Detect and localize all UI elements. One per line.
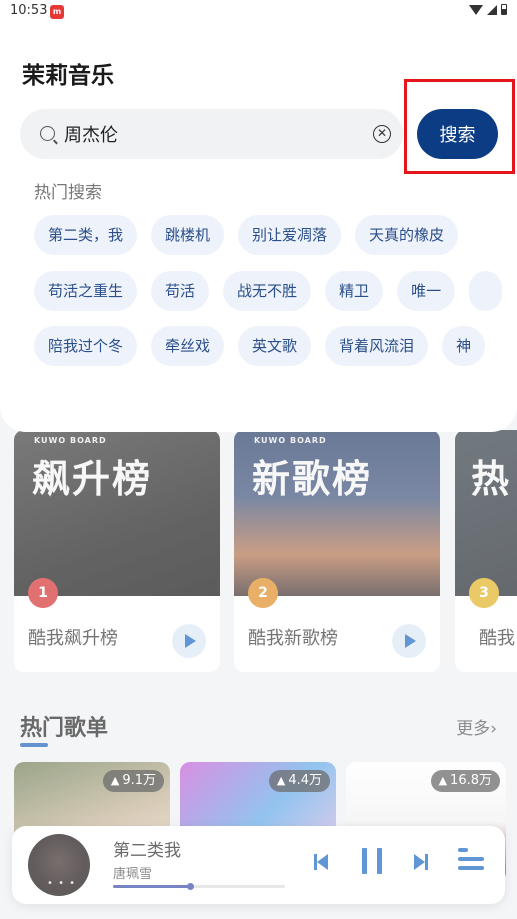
clear-icon[interactable]: ✕ bbox=[373, 125, 391, 143]
app-title: 茉莉音乐 bbox=[22, 63, 114, 89]
hot-search-tag[interactable]: 英文歌 bbox=[238, 326, 312, 366]
search-box[interactable]: ✕ bbox=[20, 109, 403, 159]
status-time: 10:53 bbox=[10, 3, 48, 18]
search-input[interactable] bbox=[64, 109, 354, 159]
hot-search-tag[interactable]: 精卫 bbox=[325, 271, 384, 311]
hot-search-label: 热门搜索 bbox=[34, 183, 102, 203]
hot-search-tag[interactable]: 苟活 bbox=[151, 271, 210, 311]
hot-search-tag[interactable]: 唯一 bbox=[397, 271, 456, 311]
hot-search-tag[interactable]: 牵丝戏 bbox=[151, 326, 225, 366]
notification-app-icon: m bbox=[50, 5, 64, 19]
hot-search-tag[interactable]: 神 bbox=[442, 326, 486, 366]
hot-search-tag[interactable]: 天真的橡皮 bbox=[355, 215, 459, 255]
hot-search-tag[interactable]: 苟活之重生 bbox=[34, 271, 138, 311]
status-bar: 10:53 m bbox=[0, 0, 517, 24]
hot-search-tag[interactable]: 背着风流泪 bbox=[325, 326, 429, 366]
wifi-icon bbox=[469, 4, 483, 15]
signal-icon bbox=[487, 4, 497, 15]
hot-search-tag[interactable] bbox=[469, 271, 502, 311]
hot-search-tag[interactable]: 别让爱凋落 bbox=[238, 215, 342, 255]
search-panel: 茉莉音乐 ✕ 搜索 热门搜索 第二类，我跳楼机别让爱凋落天真的橡皮 苟活之重生苟… bbox=[0, 0, 517, 432]
battery-icon bbox=[501, 4, 507, 15]
hot-search-row-1: 第二类，我 跳楼机 别让爱凋落 天真的橡皮 bbox=[34, 215, 517, 257]
search-icon bbox=[40, 126, 55, 141]
highlight-annotation bbox=[404, 79, 515, 174]
hot-search-row-3: 陪我过个冬 牵丝戏 英文歌 背着风流泪神 bbox=[34, 326, 517, 368]
hot-search-tag[interactable]: 第二类，我 bbox=[34, 215, 138, 255]
hot-search-row-2: 苟活之重生 苟活 战无不胜 精卫 唯一 bbox=[34, 271, 517, 313]
status-icons bbox=[469, 4, 507, 15]
hot-search-tag[interactable]: 跳楼机 bbox=[151, 215, 225, 255]
hot-search-tag[interactable]: 陪我过个冬 bbox=[34, 326, 138, 366]
hot-search-tag[interactable]: 战无不胜 bbox=[223, 271, 312, 311]
